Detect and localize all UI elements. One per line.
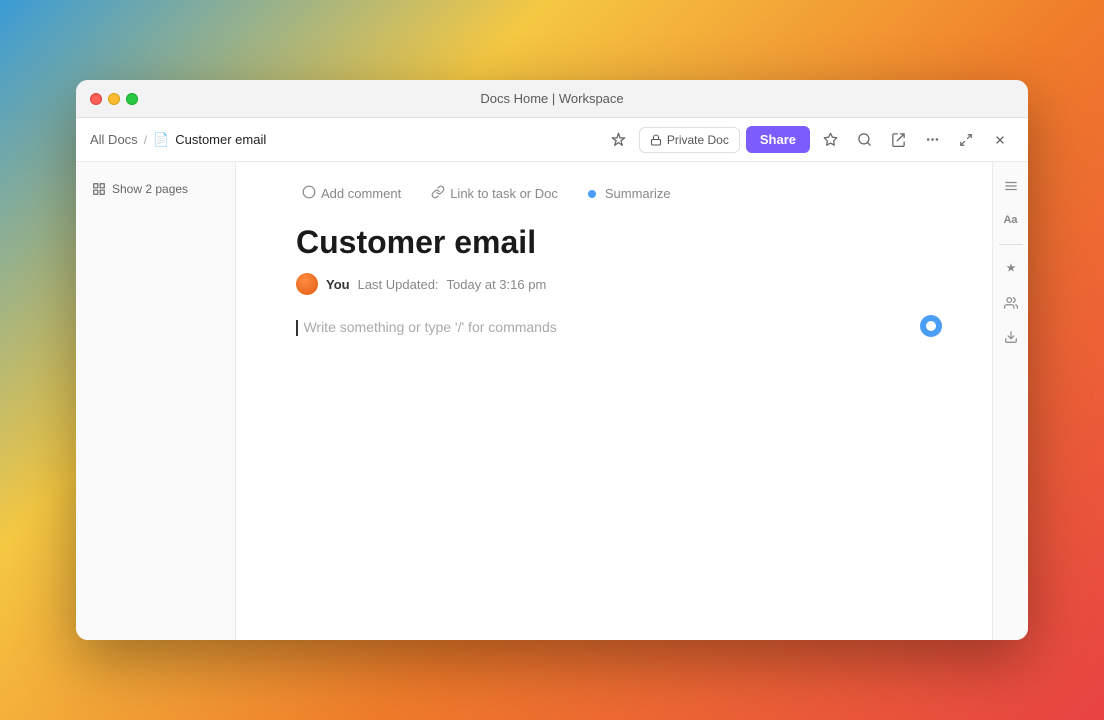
add-comment-button[interactable]: Add comment xyxy=(296,182,407,205)
fullscreen-button[interactable] xyxy=(952,126,980,154)
link-task-button[interactable]: Link to task or Doc xyxy=(425,182,564,205)
last-updated-value: Today at 3:16 pm xyxy=(447,277,547,292)
window-title: Docs Home | Workspace xyxy=(480,91,623,106)
share-button[interactable]: Share xyxy=(746,126,810,153)
document-title[interactable]: Customer email xyxy=(296,223,932,261)
comment-icon xyxy=(302,185,316,202)
summarize-label: Summarize xyxy=(605,186,671,201)
export-button[interactable] xyxy=(884,126,912,154)
close-window-button[interactable] xyxy=(986,126,1014,154)
doc-toolbar: Add comment Link to task or Doc Summariz… xyxy=(296,182,932,205)
pin-icon-btn[interactable] xyxy=(605,126,633,154)
sparkle-icon[interactable] xyxy=(997,255,1025,283)
download-icon[interactable] xyxy=(997,323,1025,351)
author-avatar xyxy=(296,273,318,295)
editor-placeholder: Write something or type '/' for commands xyxy=(303,319,556,335)
minimize-button[interactable] xyxy=(108,93,120,105)
last-updated-label: Last Updated: xyxy=(358,277,439,292)
link-task-label: Link to task or Doc xyxy=(450,186,558,201)
doc-editor-area[interactable]: Write something or type '/' for commands xyxy=(296,319,932,337)
summarize-button[interactable]: Summarize xyxy=(582,183,677,204)
app-window: Docs Home | Workspace All Docs / 📄 Custo… xyxy=(76,80,1028,640)
editor-status-icon xyxy=(920,315,942,337)
avatar-image xyxy=(296,273,318,295)
link-icon xyxy=(431,185,445,202)
right-sidebar: Aa xyxy=(992,162,1028,640)
breadcrumb: All Docs / 📄 Customer email xyxy=(90,132,605,148)
maximize-button[interactable] xyxy=(126,93,138,105)
breadcrumb-separator: / xyxy=(144,133,147,147)
nav-bar: All Docs / 📄 Customer email Private Doc … xyxy=(76,118,1028,162)
add-comment-label: Add comment xyxy=(321,186,401,201)
close-button[interactable] xyxy=(90,93,102,105)
star-button[interactable] xyxy=(816,126,844,154)
show-pages-button[interactable]: Show 2 pages xyxy=(88,178,223,200)
more-options-button[interactable] xyxy=(918,126,946,154)
main-area: Show 2 pages Add comment xyxy=(76,162,1028,640)
font-icon-label: Aa xyxy=(1003,214,1017,226)
summarize-dot-icon xyxy=(588,190,596,198)
divider xyxy=(999,244,1023,245)
breadcrumb-all-docs[interactable]: All Docs xyxy=(90,132,138,147)
doc-icon: 📄 xyxy=(153,132,169,148)
traffic-lights xyxy=(76,93,138,105)
breadcrumb-current-doc: Customer email xyxy=(175,132,266,147)
doc-meta: You Last Updated: Today at 3:16 pm xyxy=(296,273,932,295)
search-button[interactable] xyxy=(850,126,878,154)
font-settings-icon[interactable]: Aa xyxy=(997,206,1025,234)
left-sidebar: Show 2 pages xyxy=(76,162,236,640)
title-bar: Docs Home | Workspace xyxy=(76,80,1028,118)
show-pages-label: Show 2 pages xyxy=(112,182,188,196)
collaborators-icon[interactable] xyxy=(997,289,1025,317)
private-doc-button[interactable]: Private Doc xyxy=(639,127,740,153)
nav-actions: Private Doc Share xyxy=(605,126,1014,154)
doc-author: You xyxy=(326,277,350,292)
private-doc-label: Private Doc xyxy=(667,133,729,147)
text-cursor xyxy=(296,320,298,336)
doc-content: Add comment Link to task or Doc Summariz… xyxy=(236,162,992,640)
toggle-sidebar-icon[interactable] xyxy=(997,172,1025,200)
